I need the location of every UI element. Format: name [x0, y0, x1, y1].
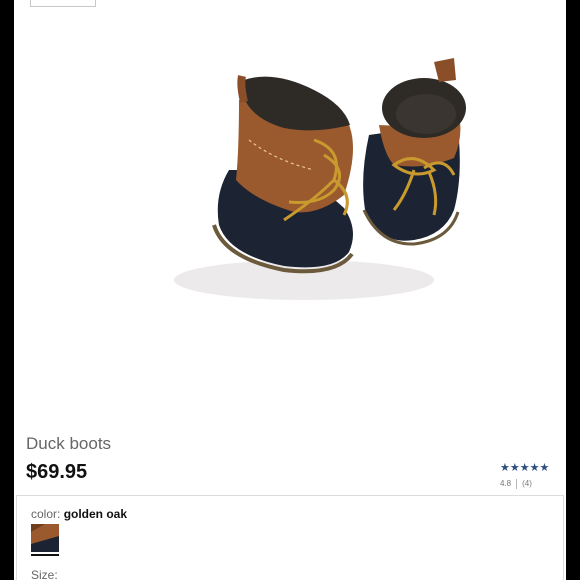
- rating-value: 4.8: [500, 479, 512, 489]
- right-boot: [362, 58, 466, 246]
- product-price: $69.95: [26, 461, 88, 483]
- rating-summary[interactable]: 4.8 (4): [500, 479, 532, 489]
- rating-stars[interactable]: ★★★★★: [500, 461, 549, 474]
- color-value: golden oak: [63, 507, 128, 521]
- product-image[interactable]: [14, 30, 566, 410]
- color-selection: color: golden oak: [31, 507, 127, 521]
- product-page: Duck boots $69.95 ★★★★★ 4.8 (4) color: go…: [14, 0, 566, 580]
- color-label: color:: [31, 507, 61, 521]
- review-count: (4): [522, 479, 532, 489]
- left-boot: [212, 75, 354, 274]
- product-title: Duck boots: [26, 434, 112, 453]
- color-swatch-golden-oak[interactable]: [31, 524, 59, 552]
- swatch-selected-indicator: [31, 554, 59, 556]
- options-panel: color: golden oak Size:: [16, 495, 564, 580]
- rating-divider: [516, 479, 518, 489]
- size-label: Size:: [31, 568, 58, 580]
- top-button-stub[interactable]: [30, 0, 96, 7]
